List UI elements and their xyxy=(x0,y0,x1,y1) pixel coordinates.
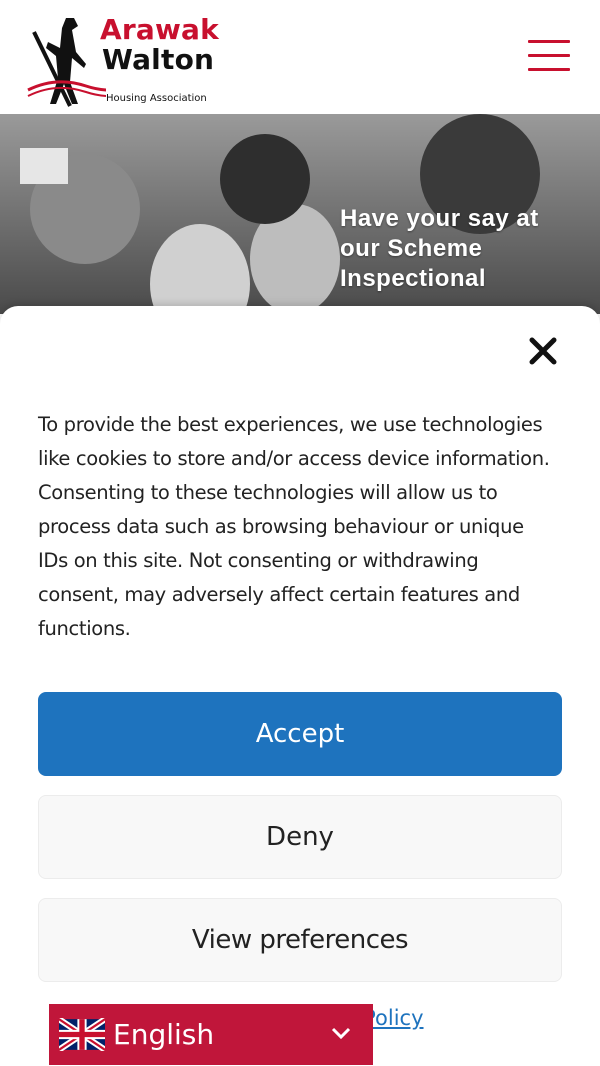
hero-banner: Have your say at our Scheme Inspectional xyxy=(0,114,600,314)
menu-button[interactable] xyxy=(528,40,570,74)
cookie-consent-dialog: To provide the best experiences, we use … xyxy=(0,306,600,1066)
uk-flag-icon xyxy=(59,1018,105,1051)
language-selector[interactable]: English xyxy=(49,1004,373,1065)
logo-text-walton: Walton xyxy=(102,43,215,76)
site-header: Arawak Walton Housing Association xyxy=(0,0,600,114)
hamburger-icon xyxy=(528,40,570,43)
accept-button[interactable]: Accept xyxy=(38,692,562,776)
logo-text-arawak: Arawak xyxy=(100,13,219,46)
hero-photo-sign xyxy=(20,148,68,184)
arawak-walton-logo[interactable]: Arawak Walton Housing Association xyxy=(26,12,226,108)
logo-figure-icon xyxy=(27,18,106,107)
consent-message: To provide the best experiences, we use … xyxy=(38,413,550,640)
language-label: English xyxy=(113,1018,215,1051)
view-preferences-button[interactable]: View preferences xyxy=(38,898,562,982)
chevron-down-icon xyxy=(331,1027,351,1040)
logo-subtitle: Housing Association xyxy=(106,93,207,104)
deny-button[interactable]: Deny xyxy=(38,795,562,879)
hero-photo-person xyxy=(150,224,250,314)
close-button[interactable] xyxy=(526,334,560,368)
hero-title: Have your say at our Scheme Inspectional xyxy=(340,205,539,292)
close-icon xyxy=(529,337,557,365)
hero-photo-person xyxy=(220,134,310,224)
